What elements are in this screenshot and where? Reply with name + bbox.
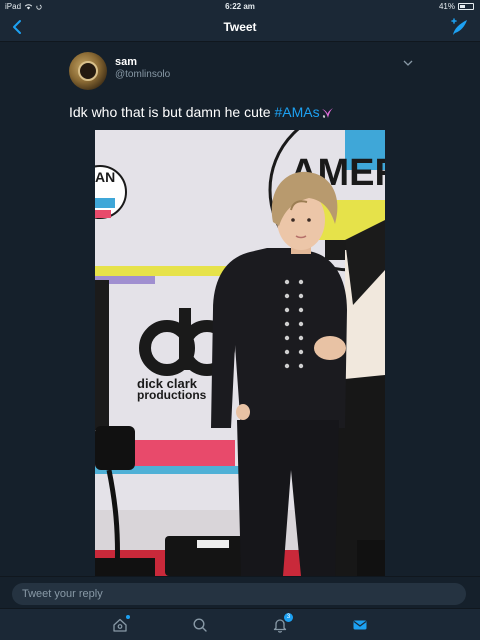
notifications-badge: 3	[284, 613, 293, 622]
home-dot	[126, 615, 130, 619]
tab-home[interactable]	[112, 615, 130, 633]
hashtag-link[interactable]: #AMAs	[274, 104, 319, 120]
tweet-photo[interactable]: AN AMER dick clark productions	[95, 130, 385, 576]
tab-bar: 3	[0, 608, 480, 640]
tweet-body: Idk who that is but damn he cute	[69, 104, 275, 120]
page-title: Tweet	[223, 20, 257, 34]
user-name[interactable]: sam	[115, 56, 137, 68]
backdrop-badge-text: AN	[95, 169, 115, 185]
reply-bar	[0, 576, 480, 608]
nav-bar: Tweet	[0, 12, 480, 42]
tab-search[interactable]	[192, 617, 208, 633]
chevron-down-icon[interactable]	[402, 58, 414, 68]
tab-messages[interactable]	[352, 617, 368, 633]
sparkle-heart-icon	[321, 108, 333, 118]
reply-input[interactable]	[12, 583, 466, 605]
compose-tweet-icon[interactable]	[448, 16, 470, 38]
avatar-detail	[78, 61, 98, 81]
avatar[interactable]	[69, 52, 107, 90]
battery-fill	[460, 5, 465, 8]
tweet-detail: sam @tomlinsolo Idk who that is but damn…	[0, 42, 480, 576]
home-icon	[113, 618, 127, 632]
user-handle[interactable]: @tomlinsolo	[115, 69, 170, 80]
tab-notifications[interactable]: 3	[272, 613, 293, 633]
battery-icon	[458, 3, 474, 10]
mail-icon	[353, 620, 367, 630]
backdrop-logo-line2: productions	[137, 388, 207, 402]
status-time: 6:22 am	[225, 2, 255, 11]
status-right: 41%	[439, 2, 474, 11]
photo-image: AN AMER dick clark productions	[95, 130, 385, 576]
battery-percent: 41%	[438, 2, 455, 11]
status-bar: iPad 6:22 am 41%	[0, 0, 480, 12]
search-icon	[193, 618, 207, 632]
tweet-text: Idk who that is but damn he cute #AMAs	[69, 104, 334, 120]
